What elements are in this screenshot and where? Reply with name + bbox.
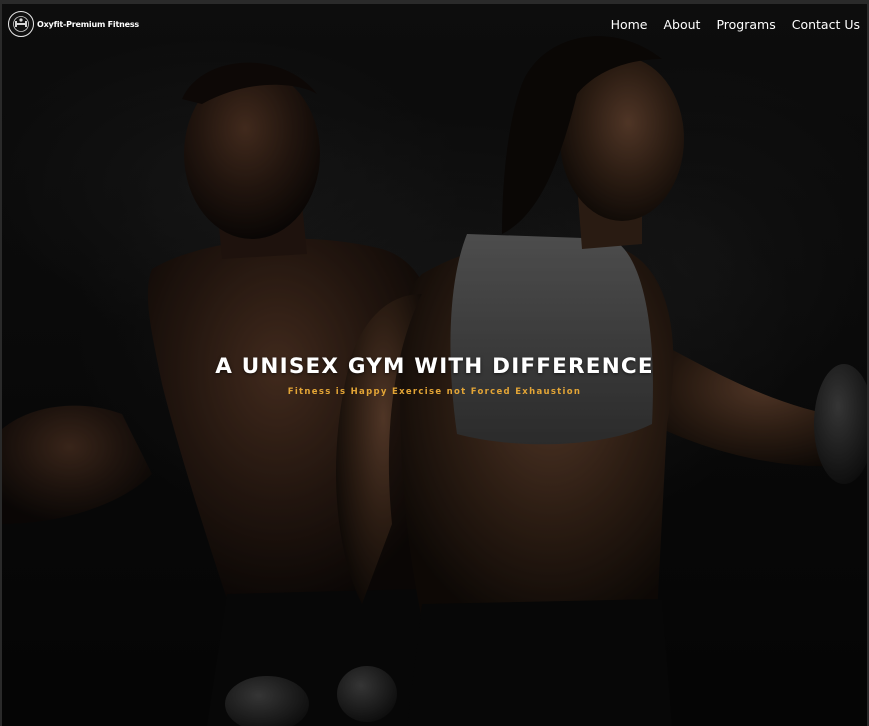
hero-subtitle: Fitness is Happy Exercise not Forced Exh… xyxy=(287,387,582,397)
nav-link-home[interactable]: Home xyxy=(611,17,648,32)
main-nav: Home About Programs Contact Us xyxy=(611,17,861,32)
gym-badge-icon[interactable] xyxy=(8,11,34,37)
nav-link-about[interactable]: About xyxy=(663,17,700,32)
landing-page: Oxyfit-Premium Fitness Home About Progra… xyxy=(0,0,869,726)
nav-link-programs[interactable]: Programs xyxy=(716,17,775,32)
brand[interactable]: Oxyfit-Premium Fitness xyxy=(8,11,139,37)
gym-badge-icon-graphic xyxy=(13,16,29,32)
hero-text-block: A UNISEX GYM WITH DIFFERENCE Fitness is … xyxy=(2,354,867,397)
top-navbar: Oxyfit-Premium Fitness Home About Progra… xyxy=(2,4,867,44)
nav-link-contact-us[interactable]: Contact Us xyxy=(792,17,860,32)
hero-title: A UNISEX GYM WITH DIFFERENCE xyxy=(215,354,654,379)
brand-name[interactable]: Oxyfit-Premium Fitness xyxy=(37,20,139,29)
